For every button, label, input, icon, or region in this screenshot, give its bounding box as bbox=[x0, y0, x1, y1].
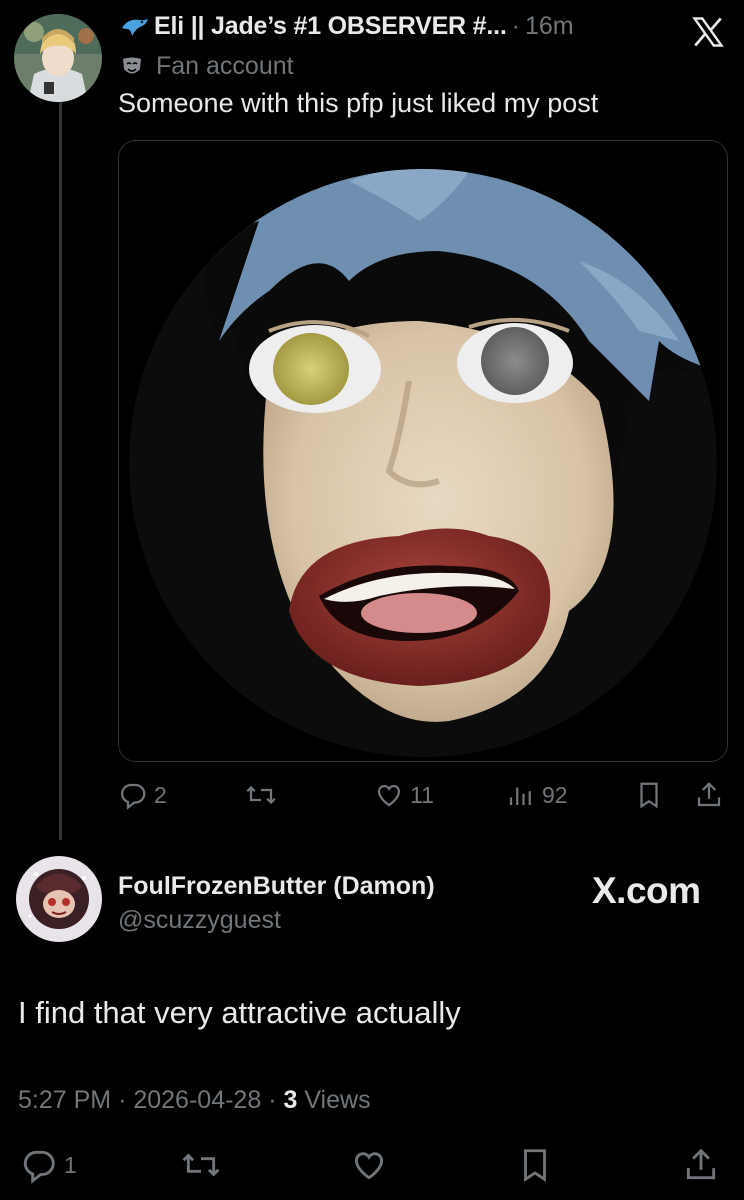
views-count: 92 bbox=[542, 781, 568, 808]
share-icon bbox=[686, 1148, 716, 1180]
thread-line bbox=[59, 100, 62, 840]
post-time[interactable]: 16m bbox=[525, 12, 574, 41]
x-logo-icon[interactable] bbox=[690, 14, 726, 50]
share-action[interactable] bbox=[694, 780, 724, 810]
like-count: 11 bbox=[410, 781, 434, 808]
views-action[interactable]: 92 bbox=[506, 780, 568, 810]
reply-handle[interactable]: @scuzzyguest bbox=[118, 906, 281, 935]
reply-reply-action[interactable]: 1 bbox=[20, 1146, 77, 1184]
reply-views-label: Views bbox=[304, 1086, 371, 1114]
reply-reply-count: 1 bbox=[64, 1151, 77, 1178]
reply-like-action[interactable] bbox=[350, 1146, 388, 1184]
reply-date[interactable]: 2026-04-28 bbox=[133, 1086, 261, 1114]
like-icon bbox=[354, 1152, 384, 1180]
bookmark-icon bbox=[524, 1149, 546, 1182]
bookmark-action[interactable] bbox=[634, 780, 664, 810]
fan-account-label: Fan account bbox=[120, 52, 294, 81]
xcom-watermark: X.com bbox=[592, 870, 701, 911]
reply-views-count: 3 bbox=[283, 1086, 298, 1114]
reply-text: I find that very attractive actually bbox=[18, 995, 461, 1030]
like-action[interactable]: 11 bbox=[374, 780, 434, 810]
reply-action[interactable]: 2 bbox=[118, 780, 167, 810]
reply-display-name[interactable]: FoulFrozenButter (Damon) bbox=[118, 872, 435, 901]
reply-icon bbox=[121, 783, 146, 810]
fan-account-text: Fan account bbox=[156, 52, 294, 80]
reply-icon bbox=[23, 1150, 55, 1184]
post-media-image[interactable] bbox=[118, 140, 728, 762]
reply-bookmark-action[interactable] bbox=[516, 1146, 554, 1184]
separator-dot: · bbox=[511, 12, 520, 40]
reply-avatar[interactable] bbox=[16, 856, 102, 942]
separator-dot: · bbox=[268, 1086, 284, 1114]
share-icon bbox=[697, 782, 721, 807]
mask-emoji-icon bbox=[120, 55, 144, 79]
reply-time[interactable]: 5:27 PM bbox=[18, 1086, 111, 1114]
reply-count: 2 bbox=[154, 781, 167, 808]
separator-dot: · bbox=[118, 1086, 134, 1114]
reply-meta: 5:27 PM · 2026-04-28 · 3 Views bbox=[18, 1086, 371, 1115]
like-icon bbox=[377, 784, 401, 807]
dolphin-emoji-icon bbox=[120, 14, 150, 40]
reply-share-action[interactable] bbox=[682, 1146, 720, 1184]
post-avatar[interactable] bbox=[14, 14, 102, 102]
bookmark-icon bbox=[640, 782, 658, 809]
retweet-icon bbox=[246, 785, 276, 805]
views-icon bbox=[509, 787, 531, 805]
post-header: Eli || Jade’s #1 OBSERVER #... · 16m bbox=[120, 12, 574, 41]
retweet-icon bbox=[182, 1153, 220, 1177]
retweet-action[interactable] bbox=[244, 780, 278, 810]
post-text: Someone with this pfp just liked my post bbox=[118, 88, 599, 118]
post-display-name[interactable]: Eli || Jade’s #1 OBSERVER #... bbox=[154, 12, 507, 41]
reply-retweet-action[interactable] bbox=[180, 1146, 222, 1184]
